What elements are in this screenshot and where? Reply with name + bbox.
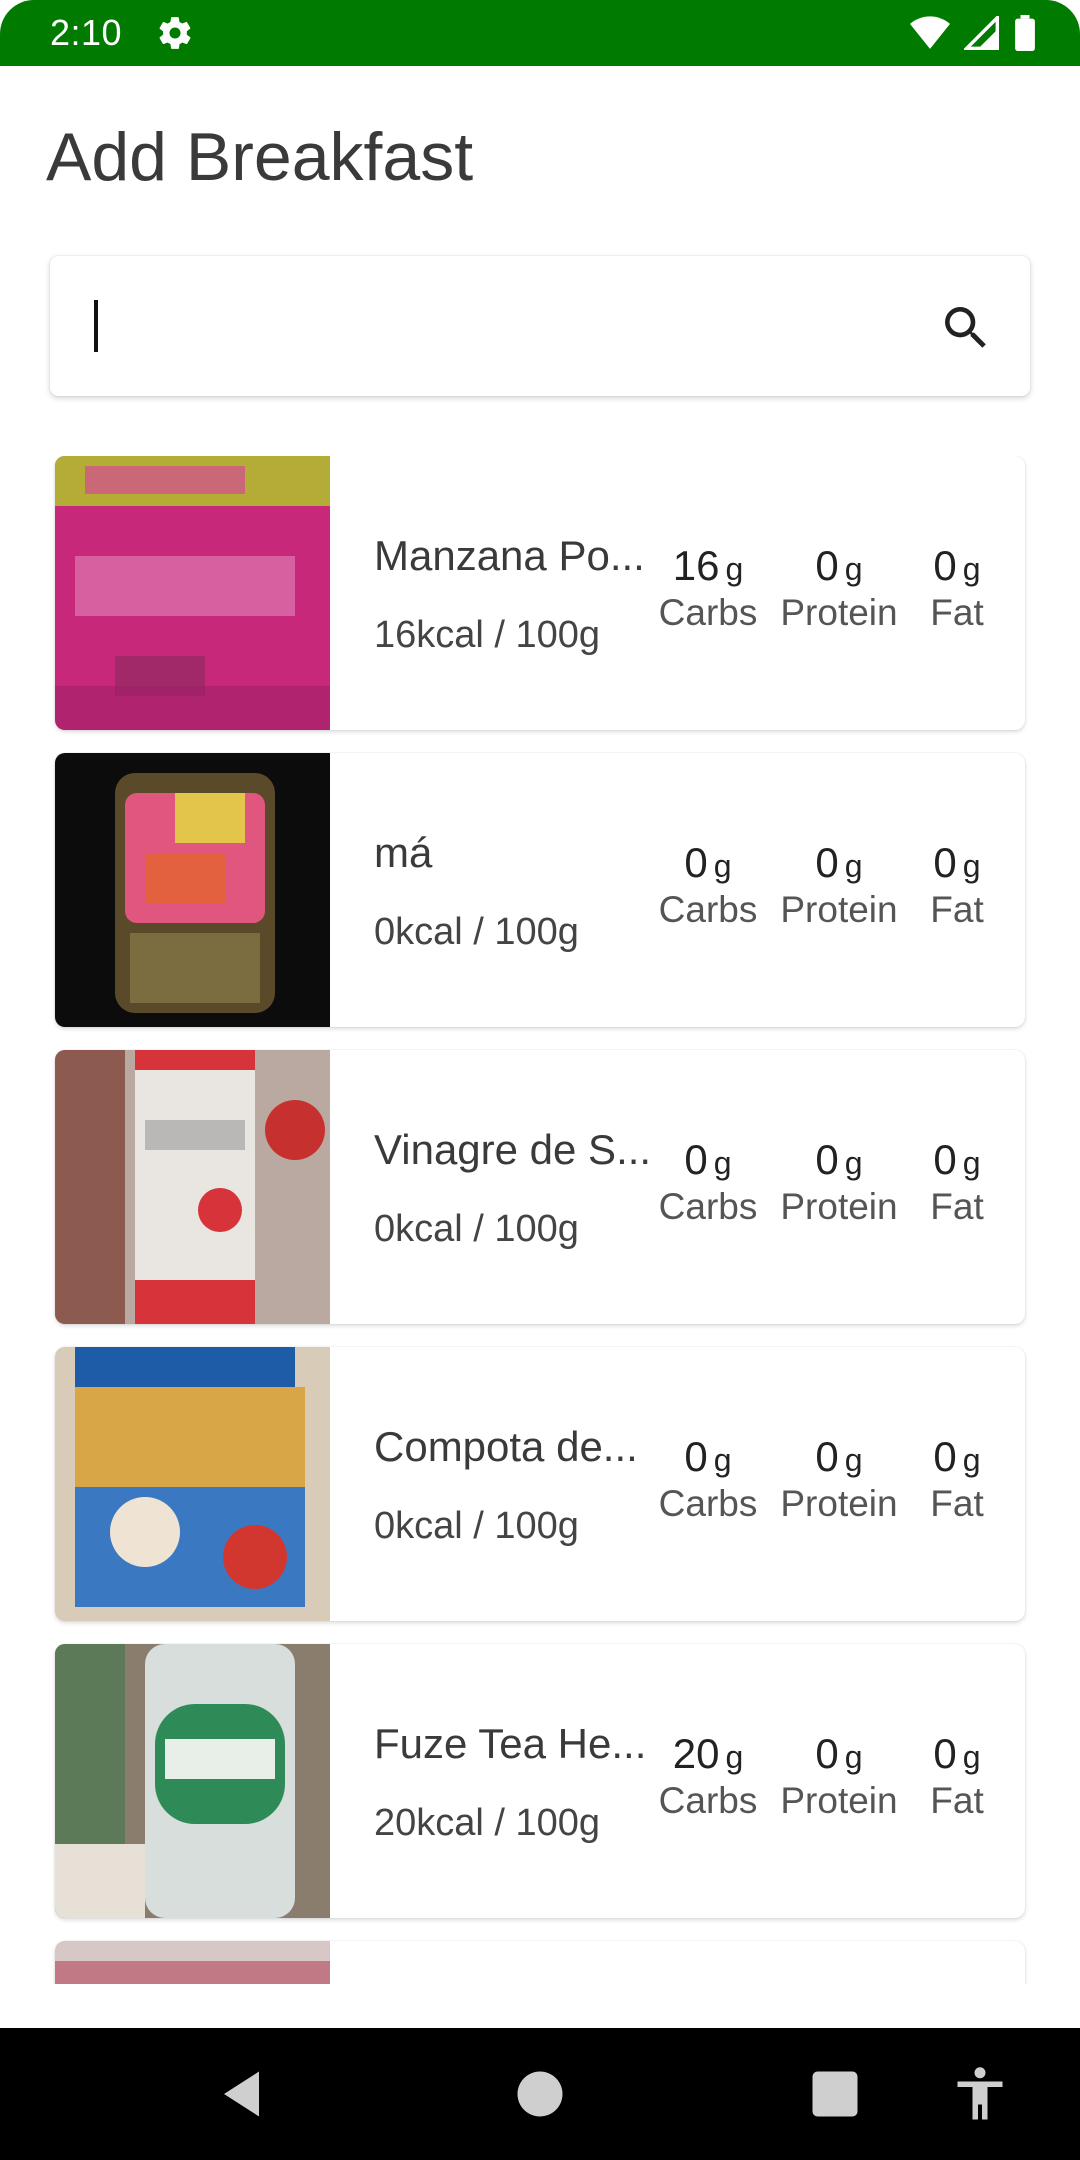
fat-label: Fat (930, 889, 984, 930)
wifi-icon (910, 16, 950, 49)
fat-unit: g (962, 1442, 981, 1478)
fat-macro: 0g Fat (917, 542, 997, 634)
carbs-unit: g (713, 848, 732, 884)
carbs-macro: 0g Carbs (653, 1136, 763, 1228)
back-icon[interactable] (214, 2064, 274, 2124)
protein-value: 0 (815, 542, 839, 589)
page-title: Add Breakfast (46, 119, 474, 195)
carbs-label: Carbs (658, 1186, 758, 1227)
fat-macro: 0g Fat (917, 839, 997, 931)
carbs-macro: 0g Carbs (653, 839, 763, 931)
navigation-bar (0, 2028, 1080, 2160)
search-box[interactable] (50, 256, 1030, 396)
protein-value: 0 (815, 1433, 839, 1480)
fat-label: Fat (930, 1483, 984, 1524)
food-name: Fuze Tea He... (374, 1720, 647, 1767)
fat-unit: g (962, 1739, 981, 1775)
protein-unit: g (844, 1442, 863, 1478)
fat-value: 0 (933, 1730, 957, 1777)
gear-icon (159, 17, 191, 49)
food-name: Vinagre de S... (374, 1126, 652, 1173)
text-caret (94, 300, 98, 352)
search-input[interactable] (90, 290, 910, 362)
fat-unit: g (962, 1145, 981, 1181)
carbs-value: 0 (684, 839, 708, 886)
food-name: Manzana Po... (374, 532, 645, 579)
food-kcal: 16kcal / 100g (374, 614, 601, 656)
fat-value: 0 (933, 1433, 957, 1480)
status-bar: 2:10 (0, 0, 1080, 66)
food-name: Compota de... (374, 1423, 638, 1470)
protein-label: Protein (780, 1186, 898, 1227)
fat-value: 0 (933, 839, 957, 886)
protein-value: 0 (815, 839, 839, 886)
protein-value: 0 (815, 1136, 839, 1183)
protein-macro: 0g Protein (774, 1730, 904, 1822)
food-photo (55, 1941, 330, 1984)
carbs-unit: g (725, 551, 744, 587)
fat-macro: 0g Fat (917, 1433, 997, 1525)
protein-unit: g (844, 1739, 863, 1775)
fat-label: Fat (930, 1780, 984, 1821)
carbs-value: 16 (672, 542, 720, 589)
protein-label: Protein (780, 1483, 898, 1524)
food-photo (55, 1347, 330, 1621)
protein-macro: 0g Protein (774, 1136, 904, 1228)
carbs-label: Carbs (658, 1780, 758, 1821)
food-list[interactable]: Manzana Po... 16kcal / 100g 16 g Carbs 0g… (0, 456, 1080, 1984)
fat-value: 0 (933, 542, 957, 589)
protein-label: Protein (780, 1780, 898, 1821)
food-card[interactable] (55, 1941, 1025, 1984)
fat-label: Fat (930, 1186, 984, 1227)
battery-icon (1015, 15, 1035, 51)
food-photo (55, 753, 330, 1027)
protein-macro: 0g Protein (774, 1433, 904, 1525)
protein-label: Protein (780, 889, 898, 930)
carbs-value: 0 (684, 1433, 708, 1480)
food-photo (55, 1644, 330, 1918)
carbs-value: 20 (672, 1730, 720, 1777)
home-icon[interactable] (510, 2064, 570, 2124)
carbs-unit: g (713, 1145, 732, 1181)
recents-icon[interactable] (805, 2064, 865, 2124)
protein-label: Protein (780, 592, 898, 633)
food-card[interactable]: Vinagre de S... 0kcal / 100g 0g Carbs 0g… (55, 1050, 1025, 1324)
food-photo (55, 1050, 330, 1324)
carbs-label: Carbs (658, 889, 758, 930)
fat-macro: 0g Fat (917, 1730, 997, 1822)
status-time: 2:10 (50, 12, 123, 53)
carbs-macro: 16 g Carbs (653, 542, 763, 634)
fat-value: 0 (933, 1136, 957, 1183)
food-card[interactable]: Compota de... 0kcal / 100g 0g Carbs 0g P… (55, 1347, 1025, 1621)
carbs-unit: g (713, 1442, 732, 1478)
food-kcal: 0kcal / 100g (374, 1208, 579, 1250)
food-kcal: 20kcal / 100g (374, 1802, 601, 1844)
food-kcal: 0kcal / 100g (374, 1505, 579, 1547)
carbs-value: 0 (684, 1136, 708, 1183)
signal-icon (964, 16, 999, 50)
food-card[interactable]: Fuze Tea He... 20kcal / 100g 20 g Carbs 0… (55, 1644, 1025, 1918)
fat-unit: g (962, 848, 981, 884)
carbs-label: Carbs (658, 1483, 758, 1524)
accessibility-icon[interactable] (950, 2064, 1010, 2124)
food-photo (55, 456, 330, 730)
protein-unit: g (844, 551, 863, 587)
food-name: má (374, 829, 433, 876)
protein-macro: 0g Protein (774, 839, 904, 931)
protein-unit: g (844, 848, 863, 884)
protein-value: 0 (815, 1730, 839, 1777)
carbs-unit: g (725, 1739, 744, 1775)
fat-unit: g (962, 551, 981, 587)
fat-label: Fat (930, 592, 984, 633)
protein-unit: g (844, 1145, 863, 1181)
fat-macro: 0g Fat (917, 1136, 997, 1228)
search-icon[interactable] (938, 300, 994, 356)
food-card[interactable]: má 0kcal / 100g 0g Carbs 0g Protein 0g F… (55, 753, 1025, 1027)
carbs-macro: 0g Carbs (653, 1433, 763, 1525)
protein-macro: 0g Protein (774, 542, 904, 634)
food-card[interactable]: Manzana Po... 16kcal / 100g 16 g Carbs 0g… (55, 456, 1025, 730)
carbs-macro: 20 g Carbs (653, 1730, 763, 1822)
carbs-label: Carbs (658, 592, 758, 633)
food-kcal: 0kcal / 100g (374, 911, 579, 953)
